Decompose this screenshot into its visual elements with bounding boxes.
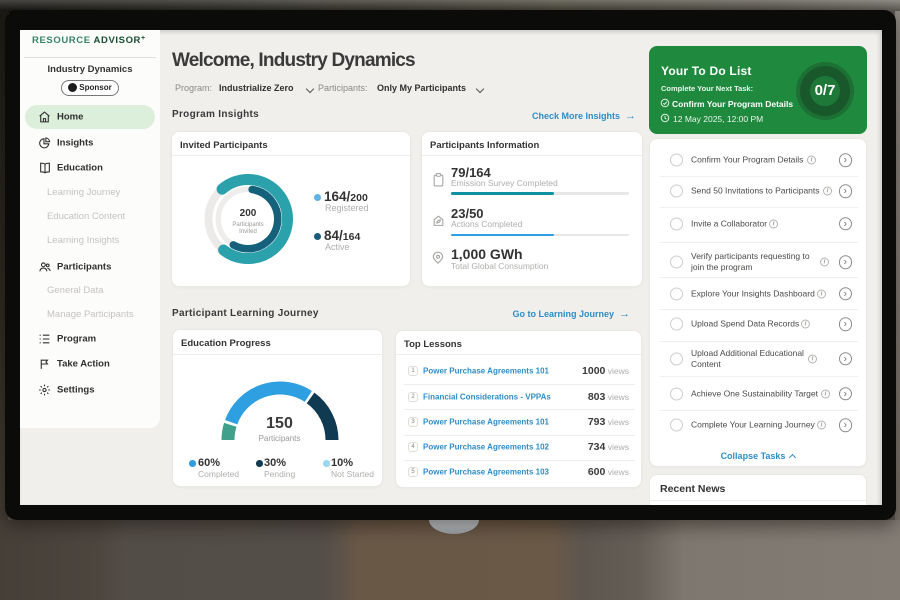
svg-text:200: 200 bbox=[240, 208, 257, 219]
svg-text:Participants: Participants bbox=[232, 222, 263, 228]
svg-text:Invited: Invited bbox=[239, 229, 257, 235]
